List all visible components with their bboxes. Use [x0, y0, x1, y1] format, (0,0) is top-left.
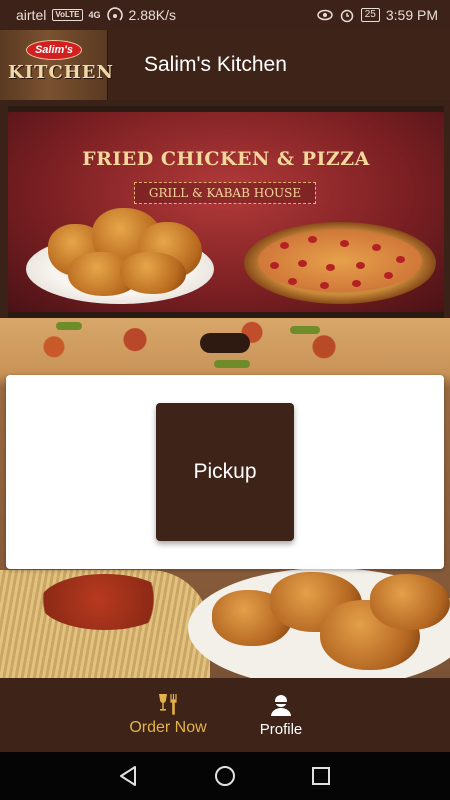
back-triangle-icon[interactable]: [116, 764, 140, 788]
app-header: Salim's KITCHEN Salim's Kitchen: [0, 30, 450, 100]
battery-level: 25: [360, 8, 380, 22]
pepperoni: [396, 256, 405, 263]
bottom-navigation: Order Now Profile: [0, 678, 450, 752]
banner-title: FRIED CHICKEN & PIZZA: [82, 148, 370, 170]
order-type-card: Pickup: [6, 375, 444, 569]
nav-order-now-label: Order Now: [129, 719, 207, 736]
pepperoni: [356, 262, 365, 269]
pepperoni: [270, 262, 279, 269]
pepperoni: [326, 264, 335, 271]
home-circle-icon[interactable]: [213, 764, 237, 788]
logo-badge: Salim's: [26, 40, 82, 60]
alarm-icon: [340, 9, 353, 23]
app-logo: Salim's KITCHEN: [0, 30, 113, 100]
wine-fork-icon: [159, 694, 177, 715]
pepperoni: [288, 278, 297, 285]
pepper-decoration: [56, 322, 82, 330]
sauce-image: [40, 574, 170, 630]
nav-profile-label: Profile: [259, 720, 303, 738]
pickup-button[interactable]: Pickup: [156, 403, 294, 541]
clock: 3:59 PM: [385, 7, 438, 23]
system-navigation-bar: [0, 752, 450, 800]
fried-chicken-piece: [370, 574, 450, 630]
recents-square-icon[interactable]: [309, 764, 333, 788]
carousel-handle[interactable]: [200, 333, 250, 353]
promo-banner[interactable]: FRIED CHICKEN & PIZZA GRILL & KABAB HOUS…: [8, 106, 444, 318]
status-bar: airtel VoLTE 4G 2.88K/s 25 3:59 PM: [0, 0, 450, 30]
pepperoni: [340, 240, 349, 247]
banner-subtitle: GRILL & KABAB HOUSE: [134, 182, 316, 204]
eye-icon: [316, 9, 333, 21]
network-speed: 2.88K/s: [128, 7, 177, 23]
pepperoni: [384, 272, 393, 279]
pepper-decoration: [214, 360, 250, 368]
pepperoni: [308, 236, 317, 243]
pepperoni: [372, 244, 381, 251]
pepperoni: [352, 280, 361, 287]
volte-badge: VoLTE: [52, 9, 83, 21]
nav-profile[interactable]: Profile: [236, 678, 326, 752]
status-right: 25 3:59 PM: [316, 7, 438, 23]
user-icon: [271, 694, 291, 716]
pepper-decoration: [290, 326, 320, 334]
nav-order-now[interactable]: Order Now: [118, 678, 218, 752]
pepperoni: [280, 242, 289, 249]
carrier-name: airtel: [16, 7, 47, 23]
network-type-badge: 4G: [88, 10, 101, 20]
chicken-piece: [120, 252, 186, 294]
pepperoni: [320, 282, 329, 289]
logo-text: KITCHEN: [8, 62, 114, 83]
wifi-hotspot-icon: [106, 7, 123, 21]
status-left: airtel VoLTE 4G 2.88K/s: [16, 7, 176, 23]
pepperoni: [298, 260, 307, 267]
page-title: Salim's Kitchen: [144, 53, 287, 76]
